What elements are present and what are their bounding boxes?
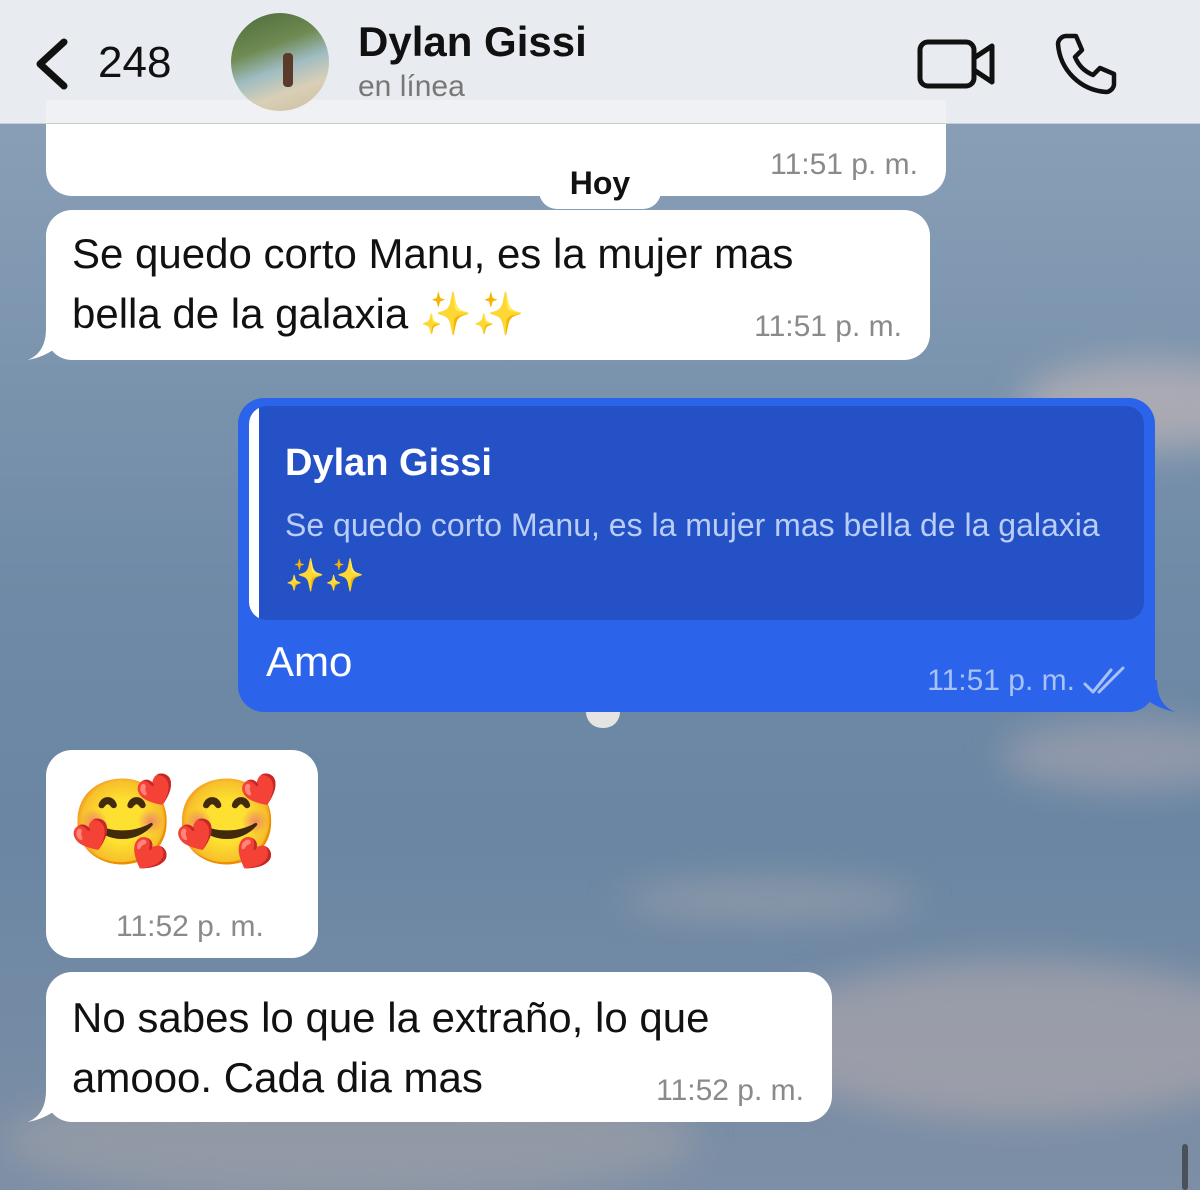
message-time: 11:52 p. m. [656, 1074, 804, 1107]
double-check-icon [1083, 666, 1125, 694]
message-bubble-incoming[interactable]: Se quedo corto Manu, es la mujer mas bel… [28, 210, 930, 360]
message-bubble-outgoing[interactable]: Dylan Gissi Se quedo corto Manu, es la m… [238, 398, 1175, 712]
avatar[interactable] [231, 13, 329, 111]
wallpaper-cloud [1000, 720, 1200, 790]
date-separator: Hoy [539, 157, 661, 209]
message-text: Amo [266, 638, 353, 685]
bubble-tail [1135, 680, 1175, 712]
message-text-line: bella de la galaxia ✨✨ [72, 290, 525, 337]
unread-count[interactable]: 248 [98, 38, 171, 88]
emoji-message: 🥰🥰 [70, 775, 280, 869]
video-call-button[interactable] [916, 36, 998, 92]
voice-call-button[interactable] [1052, 30, 1118, 96]
wallpaper-moon [586, 712, 620, 728]
contact-name[interactable]: Dylan Gissi [358, 18, 587, 66]
quoted-sender-name: Dylan Gissi [285, 442, 492, 484]
message-text-line: Se quedo corto Manu, es la mujer mas [72, 230, 794, 277]
wallpaper-cloud [620, 880, 920, 920]
message-time: 11:51 p. m. [770, 148, 918, 181]
video-call-icon [917, 39, 995, 89]
message-time: 11:52 p. m. [116, 910, 264, 943]
quoted-text: Se quedo corto Manu, es la mujer mas bel… [285, 507, 1100, 593]
chat-header: 248 Dylan Gissi en línea [0, 0, 1200, 124]
phone-icon [1055, 33, 1117, 95]
message-time: 11:51 p. m. [754, 310, 902, 343]
contact-status: en línea [358, 70, 465, 103]
quoted-message[interactable]: Dylan Gissi Se quedo corto Manu, es la m… [249, 406, 1144, 620]
quote-bar [249, 406, 259, 620]
message-bubble-incoming[interactable]: 🥰🥰 11:52 p. m. [46, 750, 318, 958]
message-text-line: amooo. Cada dia mas [72, 1054, 483, 1101]
bubble-tail [28, 1090, 68, 1122]
message-bubble-incoming[interactable]: No sabes lo que la extraño, lo que amooo… [28, 972, 832, 1122]
bubble-tail [28, 328, 68, 360]
back-button[interactable] [30, 34, 80, 94]
avatar-person [283, 53, 293, 87]
message-text-line: No sabes lo que la extraño, lo que [72, 994, 710, 1041]
chevron-left-icon [36, 38, 68, 90]
scroll-indicator[interactable] [1182, 1144, 1188, 1190]
message-time: 11:51 p. m. [927, 664, 1075, 697]
